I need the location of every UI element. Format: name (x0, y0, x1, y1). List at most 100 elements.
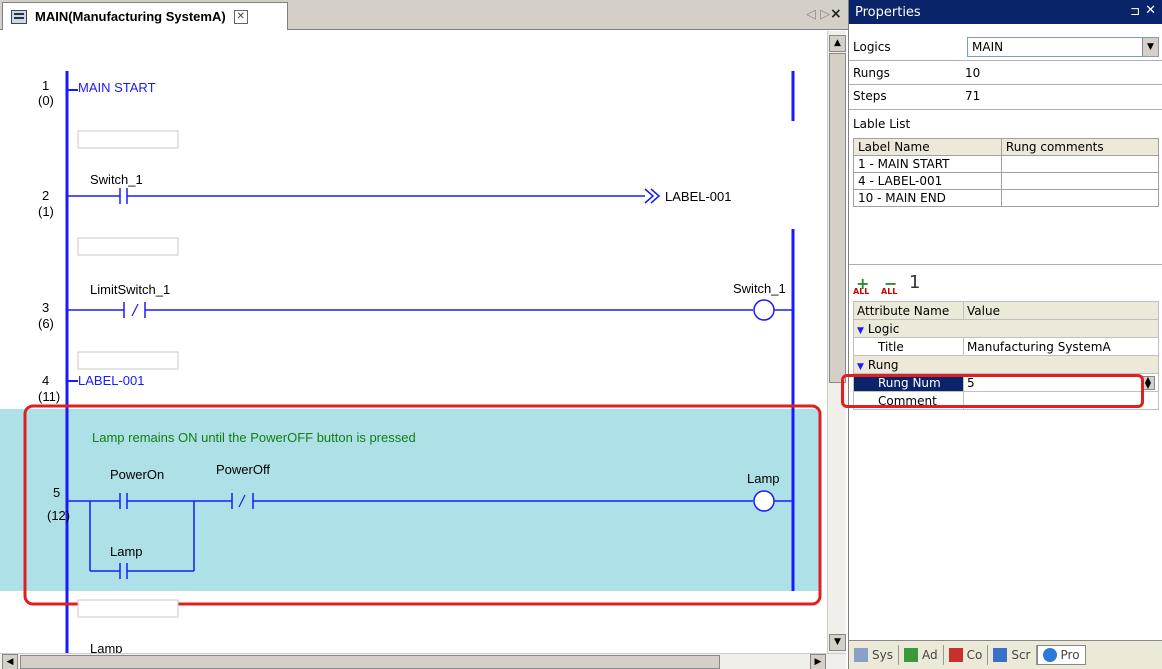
rung-1-number: 1 (42, 78, 49, 93)
rung-3-step: (6) (38, 316, 54, 331)
label-name-header[interactable]: Label Name (853, 138, 1002, 156)
expand-all-icon[interactable]: + ALL (853, 274, 871, 296)
table-row[interactable]: 1 - MAIN START (853, 155, 1160, 173)
scroll-right-icon[interactable]: ▶ (810, 654, 826, 669)
annotation-highlight-rung-num (841, 374, 1144, 408)
tab-label: Sys (872, 648, 893, 662)
label-list-table: Label Name Rung comments 1 - MAIN START … (853, 138, 1160, 207)
collapse-triangle-icon[interactable]: ▼ (857, 362, 864, 372)
scroll-thumb[interactable] (829, 53, 846, 383)
rung-comments-header[interactable]: Rung comments (1000, 138, 1160, 156)
rung-comment-cell (1000, 189, 1160, 207)
coil-icon[interactable] (753, 299, 775, 321)
address-grid-icon (903, 648, 918, 662)
label-name-cell: 10 - MAIN END (853, 189, 1002, 207)
editor-vertical-scrollbar[interactable]: ▲ ▼ (827, 31, 846, 653)
table-row[interactable]: 4 - LABEL-001 (853, 172, 1160, 190)
rung-5-coil-label: Lamp (747, 471, 780, 486)
title-attr-name: Title (853, 337, 964, 356)
rungs-value: 10 (965, 66, 981, 80)
chevron-down-icon[interactable]: ▼ (1142, 38, 1158, 56)
tab-common[interactable]: Co (944, 645, 989, 665)
rung-6-contact-label: Lamp (90, 641, 123, 653)
scroll-thumb[interactable] (20, 655, 720, 669)
scroll-up-icon[interactable]: ▲ (829, 35, 846, 52)
scroll-left-icon[interactable]: ◀ (2, 654, 18, 669)
value-header: Value (963, 301, 1159, 320)
panel-tab-strip: Sys Ad Co Scr Pro (849, 640, 1162, 669)
tab-system[interactable]: Sys (849, 645, 899, 665)
tab-address[interactable]: Ad (899, 645, 944, 665)
jump-arrow-icon[interactable] (644, 188, 661, 204)
screen-icon (993, 648, 1008, 662)
properties-icon (1042, 648, 1057, 662)
tab-nav-arrows-icon[interactable]: ◁ ▷ (806, 7, 830, 22)
rung-2-step: (1) (38, 204, 54, 219)
table-row[interactable]: 10 - MAIN END (853, 189, 1160, 207)
label-name-cell: 4 - LABEL-001 (853, 172, 1002, 190)
collapse-triangle-icon[interactable]: ▼ (857, 326, 864, 336)
rung-3-coil-label: Switch_1 (733, 281, 786, 296)
title-attr-row[interactable]: Title Manufacturing SystemA (853, 337, 1159, 356)
rung-category-row[interactable]: ▼ Rung (853, 355, 1159, 374)
attribute-name-header: Attribute Name (853, 301, 964, 320)
rung-4-number: 4 (42, 373, 49, 388)
close-editor-icon[interactable]: × (830, 6, 842, 22)
tab-label: Co (966, 648, 983, 662)
ladder-diagram: 1 (0) MAIN START 2 (1) Switch_1 LABEL-00… (0, 71, 822, 653)
coil-icon[interactable] (753, 490, 775, 512)
rung-2-contact-label: Switch_1 (90, 172, 143, 187)
rung-5-parallel-contact-label: Lamp (110, 544, 143, 559)
tab-screen[interactable]: Scr (988, 645, 1037, 665)
steps-value: 71 (965, 89, 981, 103)
logic-category-label: Logic (867, 321, 900, 336)
steps-label: Steps (853, 89, 887, 103)
sort-icon[interactable]: 1 (909, 272, 927, 294)
scroll-down-icon[interactable]: ▼ (829, 634, 846, 651)
editor-horizontal-scrollbar[interactable]: ◀ ▶ (0, 653, 846, 669)
editor-tab-bar: MAIN(Manufacturing SystemA) ✕ ◁ ▷ × (0, 0, 848, 30)
rung-5-number: 5 (53, 485, 60, 500)
rung-comment-box[interactable] (77, 599, 179, 618)
tab-properties[interactable]: Pro (1036, 645, 1086, 665)
properties-title-bar: Properties ⊐ ✕ (849, 0, 1162, 24)
pin-icon[interactable]: ⊐ (1130, 4, 1140, 18)
label-list-title: Lable List (853, 113, 910, 135)
logics-row: Logics (853, 36, 965, 58)
close-panel-icon[interactable]: ✕ (1145, 3, 1156, 18)
rung-comment-box[interactable] (77, 130, 179, 149)
properties-title: Properties (855, 4, 921, 20)
rung-4-label: LABEL-001 (78, 373, 145, 388)
common-icon (948, 648, 963, 662)
rung-5-contact-b-label: PowerOff (216, 462, 270, 477)
tab-main-logic[interactable]: MAIN(Manufacturing SystemA) ✕ (2, 2, 288, 30)
ladder-editor-canvas[interactable]: 1 (0) MAIN START 2 (1) Switch_1 LABEL-00… (0, 31, 827, 653)
tab-close-icon[interactable]: ✕ (233, 9, 248, 24)
label-name-cell: 1 - MAIN START (853, 155, 1002, 173)
attribute-toolbar: + ALL − ALL 1 (853, 272, 927, 298)
rung-1-step: (0) (38, 93, 54, 108)
rung-5-contact-a-label: PowerOn (110, 467, 164, 482)
properties-panel: Properties ⊐ ✕ Logics MAIN ▼ Rungs 10 St… (848, 0, 1162, 669)
rung-5-comment[interactable]: Lamp remains ON until the PowerOFF butto… (92, 430, 416, 445)
rung-comment-box[interactable] (77, 237, 179, 256)
rung-2-number: 2 (42, 188, 49, 203)
tab-label: Scr (1011, 648, 1031, 662)
rung-3-number: 3 (42, 300, 49, 315)
collapse-all-icon[interactable]: − ALL (881, 274, 899, 296)
rung-4-step: (11) (38, 389, 60, 404)
tab-label: Pro (1060, 648, 1080, 662)
rung-comment-cell (1000, 172, 1160, 190)
steps-row: Steps 71 (853, 85, 980, 107)
logics-value: MAIN (972, 40, 1004, 54)
logic-category-row[interactable]: ▼ Logic (853, 319, 1159, 338)
tab-label: Ad (921, 648, 938, 662)
tab-label: MAIN(Manufacturing SystemA) (35, 9, 226, 24)
rung-category-label: Rung (867, 357, 899, 372)
rung-comment-box[interactable] (77, 351, 179, 370)
ladder-logic-icon (11, 9, 27, 24)
title-attr-value[interactable]: Manufacturing SystemA (963, 337, 1159, 356)
rung-2-jump-target: LABEL-001 (665, 189, 732, 204)
rung-comment-cell (1000, 155, 1160, 173)
logics-dropdown[interactable]: MAIN ▼ (967, 37, 1159, 57)
